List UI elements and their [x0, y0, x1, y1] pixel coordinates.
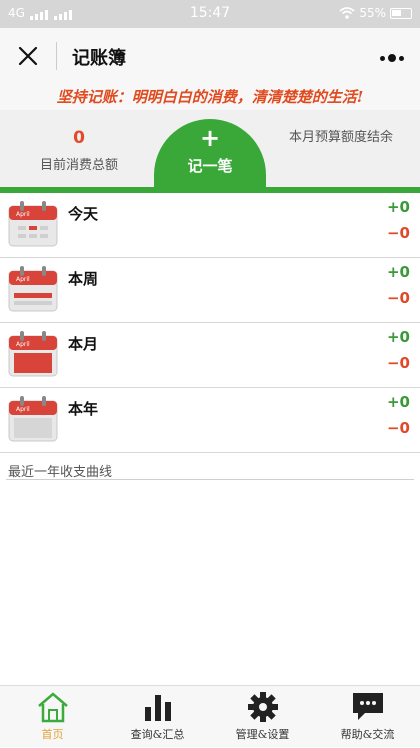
list-item-label: 本年 [68, 400, 99, 418]
income-value: +0 [386, 328, 410, 346]
income-value: +0 [386, 198, 410, 216]
budget-balance-label: 本月预算额度结余 [288, 130, 393, 145]
total-consumption-value: 0 [73, 128, 85, 148]
calendar-week-icon: April [8, 266, 58, 312]
curve-divider [6, 479, 414, 480]
expense-value: −0 [386, 224, 410, 242]
calendar-month-text: April [16, 211, 30, 218]
plus-icon: + [199, 124, 221, 152]
expense-value: −0 [386, 354, 410, 372]
income-value: +0 [386, 393, 410, 411]
tab-label: 帮助&交流 [340, 728, 395, 741]
total-consumption-label: 目前消费总额 [39, 158, 118, 173]
title-bar: 记账簿 [0, 28, 420, 84]
list-item-label: 本周 [68, 270, 99, 288]
list-item-label: 本月 [68, 335, 99, 353]
more-options-icon[interactable] [380, 54, 404, 62]
battery-icon [390, 7, 412, 19]
list-item-month[interactable]: April 本月 +0 −0 [0, 323, 420, 388]
calendar-month-text: April [16, 341, 30, 348]
budget-balance: 本月预算额度结余 [262, 110, 420, 145]
period-list: April 今天 +0 −0 April 本周 +0 −0 April 本月 +… [0, 193, 420, 453]
tab-label: 管理&设置 [235, 728, 290, 741]
expense-value: −0 [386, 289, 410, 307]
tab-help[interactable]: 帮助&交流 [315, 686, 420, 748]
list-item-today[interactable]: April 今天 +0 −0 [0, 193, 420, 258]
calendar-year-icon: April [8, 396, 58, 442]
home-icon [38, 692, 68, 723]
chat-icon [353, 693, 383, 720]
calendar-month-icon: April [8, 331, 58, 377]
list-item-week[interactable]: April 本周 +0 −0 [0, 258, 420, 323]
tab-query[interactable]: 查询&汇总 [105, 686, 210, 748]
slogan-banner: 坚持记账：明明白白的消费，清清楚楚的生活! [0, 84, 420, 110]
wifi-icon [339, 7, 355, 19]
income-value: +0 [386, 263, 410, 281]
record-entry-button[interactable]: + 记一笔 [154, 119, 266, 187]
tab-label: 查询&汇总 [130, 728, 185, 741]
header-divider [56, 42, 57, 70]
calendar-month-text: April [16, 406, 30, 413]
gear-icon [248, 692, 278, 722]
list-item-year[interactable]: April 本年 +0 −0 [0, 388, 420, 453]
curve-section-title: 最近一年收支曲线 [8, 465, 113, 480]
tab-home[interactable]: 首页 [0, 686, 105, 748]
record-entry-label: 记一笔 [187, 157, 233, 175]
calendar-icon: April [8, 201, 58, 247]
battery-label: 55% [359, 6, 386, 20]
close-icon[interactable] [16, 44, 40, 68]
list-item-label: 今天 [68, 205, 99, 223]
bar-chart-icon [145, 695, 171, 721]
tab-label: 首页 [41, 728, 64, 741]
status-right: 55% [339, 6, 412, 20]
calendar-month-text: April [16, 276, 30, 283]
total-consumption: 0 目前消费总额 [0, 110, 158, 173]
expense-value: −0 [386, 419, 410, 437]
status-bar: 4G 15:47 55% [0, 0, 420, 28]
tab-settings[interactable]: 管理&设置 [210, 686, 315, 748]
page-title: 记账簿 [72, 48, 126, 69]
bottom-tab-bar: 首页 查询&汇总 管理&设置 帮助&交流 [0, 685, 420, 747]
